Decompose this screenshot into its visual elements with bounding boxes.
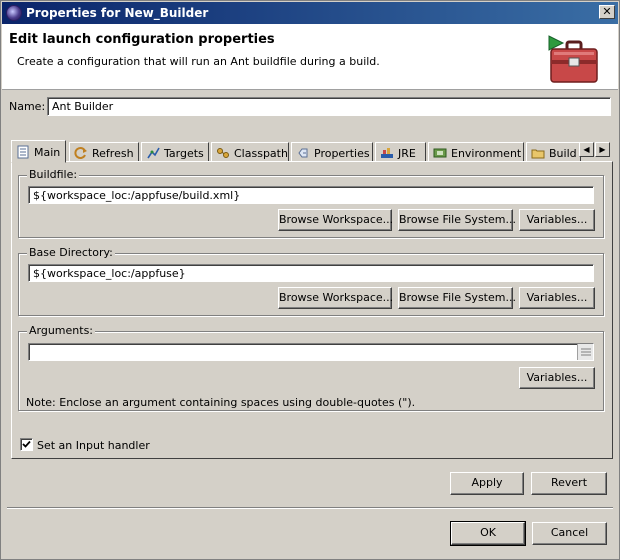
window-title: Properties for New_Builder (26, 6, 209, 20)
tab-main[interactable]: Main (11, 140, 66, 163)
arguments-note: Note: Enclose an argument containing spa… (26, 396, 416, 409)
ok-button[interactable]: OK (450, 521, 526, 546)
jre-icon (381, 148, 393, 158)
name-field[interactable]: Ant Builder (47, 97, 611, 116)
separator (7, 507, 613, 509)
tab-scroll-right-button[interactable]: ▶ (595, 142, 610, 157)
document-icon (17, 145, 29, 159)
tab-label: Classpath (234, 147, 288, 160)
dialog-header: Edit launch configuration properties Cre… (2, 24, 618, 90)
arguments-field[interactable] (28, 343, 594, 361)
tab-label: Main (34, 146, 61, 159)
base-directory-field[interactable]: ${workspace_loc:/appfuse} (28, 264, 594, 282)
environment-icon (433, 148, 447, 158)
apply-button[interactable]: Apply (450, 472, 524, 495)
buildfile-group: Buildfile: ${workspace_loc:/appfuse/buil… (18, 168, 604, 238)
input-handler-checkbox[interactable] (20, 438, 33, 451)
arguments-scrollbar[interactable] (577, 344, 593, 360)
tab-strip: Main Refresh Targets Classpath Propertie… (11, 140, 613, 163)
refresh-icon (74, 147, 87, 159)
buildfile-browse-workspace-button[interactable]: Browse Workspace... (278, 209, 393, 231)
classpath-icon (217, 148, 229, 158)
cancel-button[interactable]: Cancel (532, 522, 607, 545)
base-directory-browse-workspace-button[interactable]: Browse Workspace... (278, 287, 393, 309)
tab-properties[interactable]: Properties (291, 142, 373, 162)
title-bar[interactable]: Properties for New_Builder ✕ (2, 2, 618, 24)
header-description: Create a configuration that will run an … (17, 55, 380, 68)
tab-classpath[interactable]: Classpath (211, 142, 289, 162)
eclipse-icon (6, 5, 22, 21)
base-directory-group: Base Directory: ${workspace_loc:/appfuse… (18, 246, 604, 316)
revert-button[interactable]: Revert (531, 472, 607, 495)
tab-label: JRE (398, 147, 416, 160)
main-tab-panel: Buildfile: ${workspace_loc:/appfuse/buil… (11, 161, 613, 459)
tab-scroll-left-button[interactable]: ◀ (579, 142, 594, 157)
close-button[interactable]: ✕ (599, 5, 615, 19)
tab-refresh[interactable]: Refresh (69, 142, 139, 162)
tab-label: Properties (314, 147, 370, 160)
input-handler-label: Set an Input handler (37, 439, 150, 452)
grip-icon (581, 348, 591, 356)
base-directory-browse-filesystem-button[interactable]: Browse File System... (398, 287, 516, 309)
tab-environment[interactable]: Environment (428, 142, 524, 162)
folder-icon (531, 149, 545, 159)
properties-dialog: Properties for New_Builder ✕ Edit launch… (0, 0, 620, 560)
arguments-label: Arguments: (27, 324, 96, 337)
tab-label: Environment (451, 147, 522, 160)
buildfile-variables-button[interactable]: Variables... (519, 209, 595, 231)
check-icon (22, 440, 31, 448)
base-directory-label: Base Directory: (27, 246, 115, 259)
targets-icon (147, 147, 160, 159)
tab-label: Build O (549, 147, 580, 160)
buildfile-field[interactable]: ${workspace_loc:/appfuse/build.xml} (28, 186, 594, 204)
tab-jre[interactable]: JRE (375, 142, 426, 162)
header-title: Edit launch configuration properties (9, 32, 275, 47)
tab-build-options[interactable]: Build O (526, 142, 581, 162)
properties-icon (298, 148, 308, 158)
name-label: Name: (9, 100, 46, 113)
ant-toolbox-icon (548, 35, 598, 83)
arguments-group: Arguments: Variables... Note: Enclose an… (18, 324, 604, 411)
buildfile-label: Buildfile: (27, 168, 80, 181)
tab-label: Targets (164, 147, 204, 160)
arguments-variables-button[interactable]: Variables... (519, 367, 595, 389)
base-directory-variables-button[interactable]: Variables... (519, 287, 595, 309)
buildfile-browse-filesystem-button[interactable]: Browse File System... (398, 209, 516, 231)
tab-targets[interactable]: Targets (141, 142, 209, 162)
tab-label: Refresh (92, 147, 134, 160)
